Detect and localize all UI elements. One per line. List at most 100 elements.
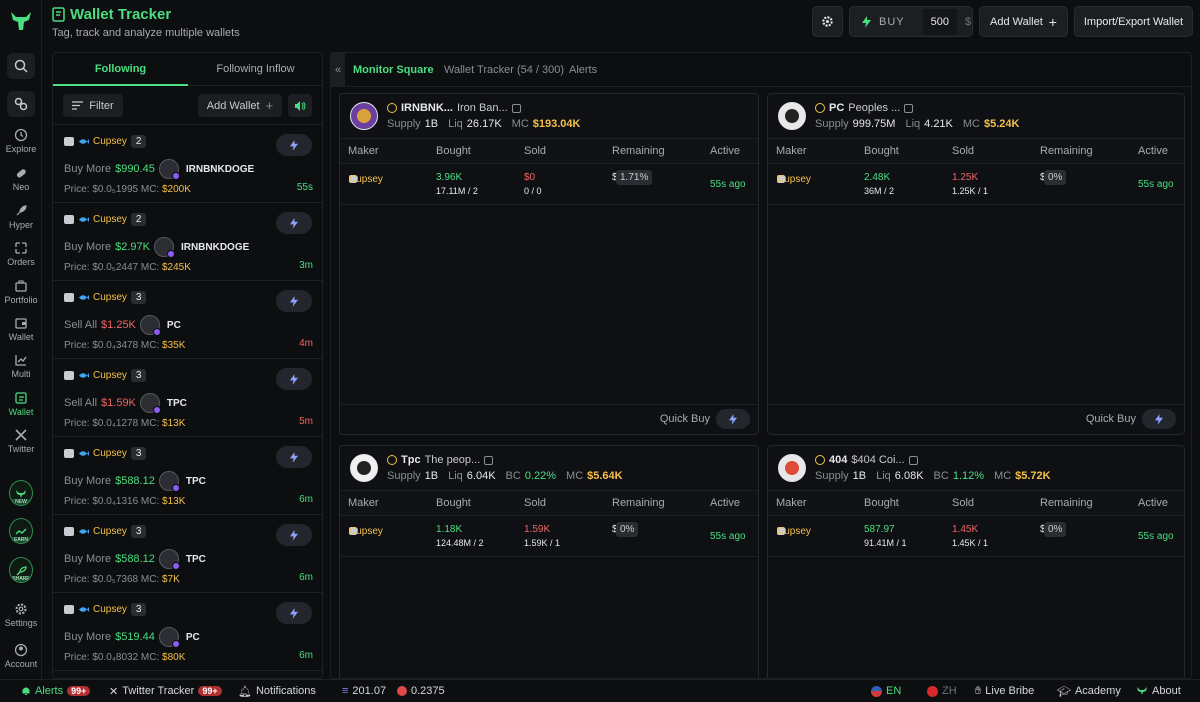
copy-icon[interactable] [908, 455, 918, 465]
filter-button[interactable]: Filter [63, 94, 123, 117]
wallet-name-link[interactable]: Cupsey [93, 292, 127, 303]
token-symbol[interactable]: 404 [829, 454, 847, 466]
search-button[interactable] [7, 53, 35, 79]
token-avatar[interactable] [139, 315, 161, 336]
quick-buy-button[interactable] [1142, 409, 1176, 429]
nav-orders[interactable]: Orders [0, 241, 42, 267]
token-avatar[interactable] [153, 237, 175, 258]
link-button[interactable] [7, 91, 35, 117]
token-avatar[interactable] [350, 102, 378, 130]
token-symbol-link[interactable]: IRNBNKDOGE [181, 242, 249, 253]
table-row[interactable]: Cupsey3.96K17.11M / 2$00 / 0$3.19K1.71%5… [340, 164, 758, 205]
token-avatar[interactable] [158, 549, 180, 570]
quick-buy-button[interactable] [276, 290, 312, 312]
share-badge-button[interactable]: SHARE [9, 557, 33, 583]
footer-notifications[interactable]: 🔔︎ Notifications [238, 680, 316, 702]
nav-neo[interactable]: Neo [0, 166, 42, 192]
token-symbol[interactable]: Tpc [401, 454, 421, 466]
buy-amount-input[interactable]: 500 [922, 8, 957, 35]
settings-button[interactable] [812, 6, 843, 37]
new-badge-button[interactable]: NEW [9, 480, 33, 506]
token-avatar[interactable] [778, 454, 806, 482]
list-item[interactable]: Cupsey 3 Sell All $1.59K TPC Price: $0.0₄1278… [53, 359, 322, 437]
nav-account[interactable]: Account [0, 643, 42, 669]
maker-name-link[interactable]: Cupsey [349, 174, 383, 185]
nav-wallet[interactable]: Wallet [0, 316, 42, 342]
token-symbol-link[interactable]: TPC [167, 398, 187, 409]
token-symbol-link[interactable]: PC [167, 320, 181, 331]
table-row[interactable]: Cupsey2.48K36M / 21.25K1.25K / 1$00%55s … [768, 164, 1184, 205]
nav-settings[interactable]: Settings [0, 602, 42, 628]
token-avatar[interactable] [139, 393, 161, 414]
quick-buy-button[interactable] [276, 524, 312, 546]
notification-bell-icon: 🔔︎ [238, 685, 252, 698]
wallet-name-link[interactable]: Cupsey [93, 214, 127, 225]
quick-buy-button[interactable] [276, 602, 312, 624]
quick-buy-config[interactable]: BUY 500 $ [849, 6, 973, 37]
quick-buy-button[interactable] [276, 212, 312, 234]
token-avatar[interactable] [158, 627, 180, 648]
token-symbol-link[interactable]: IRNBNKDOGE [186, 164, 254, 175]
tab-following-inflow[interactable]: Following Inflow [188, 53, 322, 86]
add-wallet-button[interactable]: Add Wallet + [198, 94, 282, 117]
nav-explore[interactable]: Explore [0, 128, 42, 154]
copy-icon[interactable] [904, 103, 914, 113]
maker-name-link[interactable]: Cupsey [777, 526, 811, 537]
tab-monitor-square[interactable]: Monitor Square [353, 53, 434, 86]
nav-hyper[interactable]: Hyper [0, 204, 42, 230]
footer-about[interactable]: About [1136, 680, 1181, 702]
bull-logo-icon[interactable] [8, 8, 34, 34]
footer-twitter-tracker[interactable]: ✕ Twitter Tracker 99+ [109, 680, 222, 702]
pump-icon [815, 103, 825, 113]
token-avatar[interactable] [778, 102, 806, 130]
wallet-name-link[interactable]: Cupsey [93, 448, 127, 459]
tab-wallet-tracker[interactable]: Wallet Tracker (54 / 300) [444, 53, 564, 86]
column-header-bought: Bought [436, 145, 471, 157]
token-avatar[interactable] [158, 471, 180, 492]
tab-following[interactable]: Following [53, 53, 188, 86]
table-row[interactable]: Cupsey587.9791.41M / 11.45K1.45K / 1$00%… [768, 516, 1184, 557]
nav-portfolio[interactable]: Portfolio [0, 279, 42, 305]
wallet-name-link[interactable]: Cupsey [93, 604, 127, 615]
lang-zh-button[interactable]: ZH [927, 680, 957, 702]
token-symbol[interactable]: PC [829, 102, 844, 114]
list-item[interactable]: Cupsey 3 Sell All $1.25K PC Price: $0.0₄3478 … [53, 281, 322, 359]
token-symbol[interactable]: IRNBNK... [401, 102, 453, 114]
list-item[interactable]: Cupsey 3 Buy More $588.12 TPC Price: $0.0₅736… [53, 515, 322, 593]
collapse-button[interactable]: « [331, 53, 345, 86]
quick-buy-button[interactable] [276, 368, 312, 390]
list-item[interactable]: Cupsey 2 Buy More $990.45 IRNBNKDOGE Price: $… [53, 125, 322, 203]
token-symbol-link[interactable]: PC [186, 632, 200, 643]
wallet-name-link[interactable]: Cupsey [93, 370, 127, 381]
table-row[interactable]: Cupsey1.18K124.48M / 21.59K1.59K / 1$00%… [340, 516, 758, 557]
nav-twitter[interactable]: Twitter [0, 428, 42, 454]
quick-buy-button[interactable] [716, 409, 750, 429]
add-wallet-header-button[interactable]: Add Wallet + [979, 6, 1068, 37]
token-symbol-link[interactable]: TPC [186, 476, 206, 487]
token-symbol-link[interactable]: TPC [186, 554, 206, 565]
copy-icon[interactable] [484, 455, 494, 465]
nav-multi[interactable]: Multi [0, 353, 42, 379]
quick-buy-button[interactable] [276, 134, 312, 156]
copy-icon[interactable] [511, 103, 521, 113]
import-export-button[interactable]: Import/Export Wallet [1074, 6, 1193, 37]
wallet-name-link[interactable]: Cupsey [93, 136, 127, 147]
lang-en-button[interactable]: EN [871, 680, 901, 702]
footer-alerts[interactable]: Alerts 99+ [21, 680, 91, 702]
wallet-name-link[interactable]: Cupsey [93, 526, 127, 537]
quick-buy-button[interactable] [276, 446, 312, 468]
token-avatar[interactable] [158, 159, 180, 180]
maker-name-link[interactable]: Cupsey [777, 174, 811, 185]
maker-name-link[interactable]: Cupsey [349, 526, 383, 537]
token-avatar[interactable] [350, 454, 378, 482]
list-item[interactable]: Cupsey 3 Buy More $519.44 PC Price: $0.0₄8032… [53, 593, 322, 671]
sound-toggle[interactable] [288, 94, 312, 117]
footer-academy[interactable]: 🎓︎ Academy [1057, 680, 1121, 702]
earn-badge-button[interactable]: EARN [9, 518, 33, 544]
nav-wallet-tracker[interactable]: Wallet [0, 391, 42, 417]
tab-alerts[interactable]: Alerts [569, 53, 597, 86]
footer-live-bribe[interactable]: ✋︎ Live Bribe [975, 680, 1034, 702]
list-item[interactable]: Cupsey 3 Buy More $588.12 TPC Price: $0.0₄131… [53, 437, 322, 515]
list-item[interactable]: Cupsey 2 Buy More $2.97K IRNBNKDOGE Price: $0… [53, 203, 322, 281]
column-header-bought: Bought [436, 497, 471, 509]
